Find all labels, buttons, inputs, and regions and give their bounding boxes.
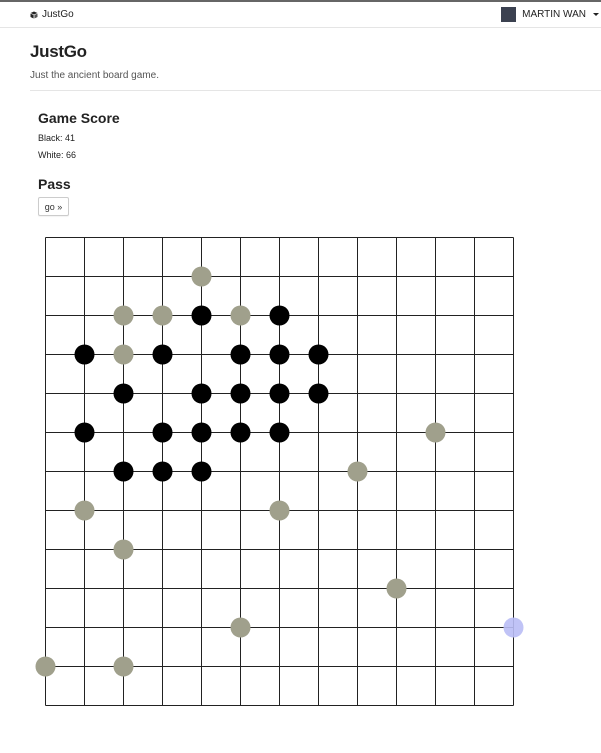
go-board[interactable] — [0, 0, 601, 753]
black-stone — [74, 422, 95, 443]
white-stone — [269, 500, 290, 521]
black-stone — [191, 461, 212, 482]
black-stone — [74, 344, 95, 365]
black-stone — [230, 383, 251, 404]
white-stone — [230, 617, 251, 638]
black-stone — [308, 344, 329, 365]
white-stone — [347, 461, 368, 482]
white-stone — [113, 656, 134, 677]
white-stone — [230, 305, 251, 326]
black-stone — [230, 344, 251, 365]
black-stone — [230, 422, 251, 443]
black-stone — [269, 305, 290, 326]
white-stone — [113, 344, 134, 365]
black-stone — [308, 383, 329, 404]
white-stone — [113, 305, 134, 326]
black-stone — [191, 422, 212, 443]
black-stone — [152, 461, 173, 482]
white-stone — [425, 422, 446, 443]
white-stone — [386, 578, 407, 599]
white-stone — [113, 539, 134, 560]
black-stone — [269, 422, 290, 443]
hover-marker — [503, 617, 524, 638]
white-stone — [152, 305, 173, 326]
white-stone — [35, 656, 56, 677]
black-stone — [152, 344, 173, 365]
black-stone — [152, 422, 173, 443]
black-stone — [269, 383, 290, 404]
white-stone — [191, 266, 212, 287]
black-stone — [191, 305, 212, 326]
black-stone — [113, 461, 134, 482]
white-stone — [74, 500, 95, 521]
black-stone — [269, 344, 290, 365]
black-stone — [113, 383, 134, 404]
black-stone — [191, 383, 212, 404]
